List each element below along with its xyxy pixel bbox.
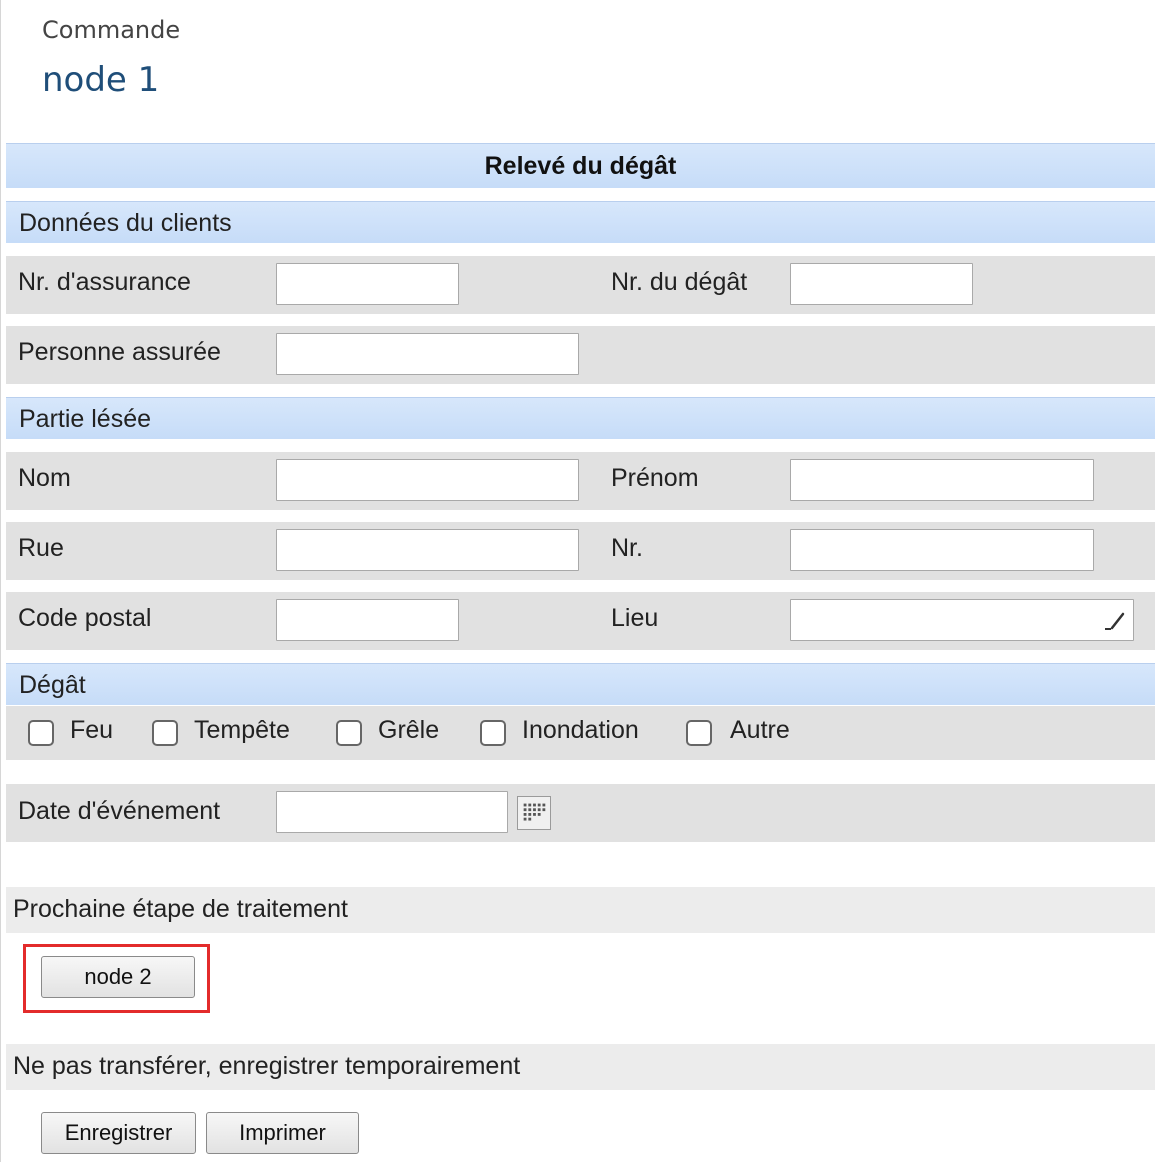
insured-person-label: Personne assurée bbox=[18, 338, 221, 366]
first-name-input[interactable] bbox=[790, 459, 1094, 501]
checkbox-feu[interactable] bbox=[28, 720, 54, 746]
damage-nr-input[interactable] bbox=[790, 263, 973, 305]
place-label: Lieu bbox=[611, 604, 659, 632]
event-date-label: Date d'événement bbox=[18, 797, 221, 825]
postal-code-input[interactable] bbox=[276, 599, 459, 641]
street-nr-input[interactable] bbox=[790, 529, 1094, 571]
print-button[interactable]: Imprimer bbox=[206, 1112, 359, 1154]
first-name-label: Prénom bbox=[611, 464, 699, 492]
section-injured-party: Partie lésée bbox=[6, 397, 1155, 439]
page-title: node 1 bbox=[42, 60, 160, 100]
checkbox-tempete[interactable] bbox=[152, 720, 178, 746]
insured-person-input[interactable] bbox=[276, 333, 579, 375]
insurance-nr-input[interactable] bbox=[276, 263, 459, 305]
form-title: Relevé du dégât bbox=[6, 143, 1155, 188]
last-name-label: Nom bbox=[18, 464, 71, 492]
checkbox-tempete-label: Tempête bbox=[194, 716, 290, 744]
temp-save-heading: Ne pas transférer, enregistrer temporair… bbox=[6, 1044, 1155, 1090]
checkbox-inondation[interactable] bbox=[480, 720, 506, 746]
street-label: Rue bbox=[18, 534, 64, 562]
event-date-input[interactable] bbox=[276, 791, 508, 833]
checkbox-grele-label: Grêle bbox=[378, 716, 440, 744]
checkbox-grele[interactable] bbox=[336, 720, 362, 746]
page-kicker: Commande bbox=[42, 16, 181, 44]
next-step-heading: Prochaine étape de traitement bbox=[6, 887, 1155, 933]
postal-code-label: Code postal bbox=[18, 604, 152, 632]
place-input[interactable] bbox=[790, 599, 1134, 641]
left-frame-border bbox=[0, 0, 1, 1162]
checkbox-autre[interactable] bbox=[686, 720, 712, 746]
street-input[interactable] bbox=[276, 529, 579, 571]
checkbox-feu-label: Feu bbox=[70, 716, 114, 744]
save-button[interactable]: Enregistrer bbox=[41, 1112, 196, 1154]
calendar-icon[interactable] bbox=[517, 796, 551, 830]
checkbox-inondation-label: Inondation bbox=[522, 716, 639, 744]
node-2-button[interactable]: node 2 bbox=[41, 956, 195, 998]
section-damage: Dégât bbox=[6, 663, 1155, 705]
insurance-nr-label: Nr. d'assurance bbox=[18, 268, 191, 296]
section-client-data: Données du clients bbox=[6, 201, 1155, 243]
street-nr-label: Nr. bbox=[611, 534, 643, 562]
checkbox-autre-label: Autre bbox=[730, 716, 790, 744]
last-name-input[interactable] bbox=[276, 459, 579, 501]
pencil-icon[interactable] bbox=[1104, 609, 1126, 631]
damage-nr-label: Nr. du dégât bbox=[611, 268, 748, 296]
